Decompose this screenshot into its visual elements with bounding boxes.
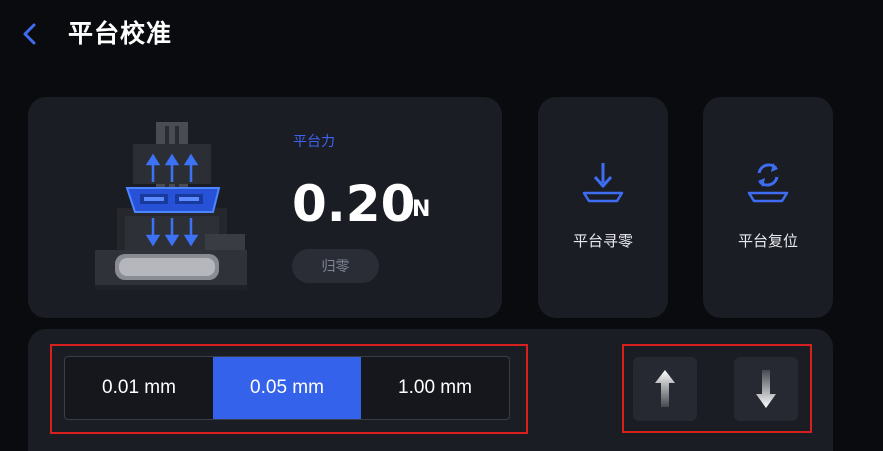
platform-reset-button[interactable]: 平台复位 xyxy=(703,97,833,318)
move-up-button[interactable] xyxy=(633,357,697,421)
platform-home-icon xyxy=(582,163,624,203)
arrow-up-icon xyxy=(655,370,675,407)
back-button[interactable] xyxy=(14,18,46,50)
move-down-button[interactable] xyxy=(734,357,798,421)
platform-home-label: 平台寻零 xyxy=(572,232,633,250)
step-option-0-01[interactable]: 0.01 mm xyxy=(65,357,213,419)
force-unit: N xyxy=(412,197,431,222)
arrow-down-icon xyxy=(756,370,776,408)
step-option-0-05[interactable]: 0.05 mm xyxy=(213,357,361,419)
platform-home-button[interactable]: 平台寻零 xyxy=(538,97,668,318)
step-option-1-00[interactable]: 1.00 mm xyxy=(361,357,509,419)
zero-button[interactable]: 归零 xyxy=(292,249,379,283)
printer-platform-illustration xyxy=(95,122,247,290)
platform-reset-label: 平台复位 xyxy=(737,232,798,250)
chevron-left-icon xyxy=(23,23,36,45)
force-value: 0.20 xyxy=(292,175,416,233)
platform-reset-icon xyxy=(747,163,789,203)
force-label: 平台力 xyxy=(293,134,335,150)
page-title: 平台校准 xyxy=(68,19,173,48)
step-size-selector: 0.01 mm 0.05 mm 1.00 mm xyxy=(64,356,510,420)
